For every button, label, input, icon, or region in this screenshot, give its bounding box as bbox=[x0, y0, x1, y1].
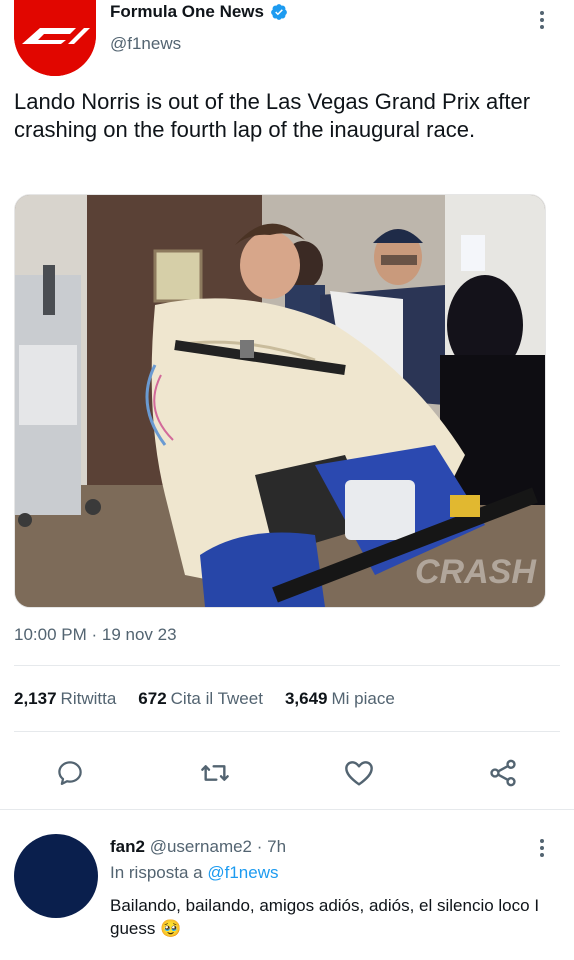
tweet-more-options-icon[interactable] bbox=[532, 8, 552, 32]
author-display-name[interactable]: Formula One News bbox=[110, 2, 264, 22]
reply-handle-time: @username2 · 7h bbox=[149, 837, 287, 856]
like-icon bbox=[345, 761, 373, 786]
like-button[interactable] bbox=[342, 756, 376, 790]
author-handle[interactable]: @f1news bbox=[110, 34, 181, 54]
likes-label: Mi piace bbox=[331, 689, 395, 708]
tweet-timestamp[interactable]: 10:00 PM · 19 nov 23 bbox=[14, 625, 177, 645]
tweet-stats: 2,137 Ritwitta 672 Cita il Tweet 3,649 Mi p… bbox=[14, 689, 395, 709]
in-reply-handle-link[interactable]: @f1news bbox=[207, 863, 278, 882]
author-name-row: Formula One News bbox=[110, 2, 288, 22]
divider-top bbox=[14, 665, 560, 666]
divider-bottom bbox=[14, 731, 560, 732]
retweets-stat[interactable]: 2,137 Ritwitta bbox=[14, 689, 116, 709]
tweet-actions-bar bbox=[0, 748, 574, 796]
tweet-photo[interactable]: CRASH bbox=[14, 194, 546, 608]
in-reply-prefix: In risposta a bbox=[110, 863, 203, 882]
verified-badge-icon bbox=[271, 4, 287, 20]
retweet-icon bbox=[201, 765, 229, 781]
retweet-button[interactable] bbox=[198, 756, 232, 790]
tweet-text: Lando Norris is out of the Las Vegas Gra… bbox=[14, 89, 531, 142]
author-avatar[interactable] bbox=[14, 0, 96, 76]
reply-display-name[interactable]: fan2 bbox=[110, 837, 145, 856]
section-separator bbox=[0, 809, 574, 810]
quotes-count: 672 bbox=[138, 689, 167, 708]
share-button[interactable] bbox=[486, 756, 520, 790]
quotes-label: Cita il Tweet bbox=[170, 689, 263, 708]
likes-stat[interactable]: 3,649 Mi piace bbox=[285, 689, 395, 709]
hospital-stretcher-photo: CRASH bbox=[15, 195, 545, 607]
quotes-stat[interactable]: 672 Cita il Tweet bbox=[138, 689, 263, 709]
reply-author-avatar[interactable] bbox=[14, 834, 98, 918]
retweets-count: 2,137 bbox=[14, 689, 57, 708]
image-overlay-text: CRASH bbox=[415, 553, 537, 591]
reply-more-options-icon[interactable] bbox=[532, 836, 552, 860]
reply-button[interactable] bbox=[53, 756, 87, 790]
reply-icon bbox=[58, 761, 82, 785]
reply-header: fan2 @username2 · 7h bbox=[110, 837, 286, 857]
reply-in-reply-to: In risposta a @f1news bbox=[110, 863, 278, 883]
f1-logo-icon bbox=[14, 0, 96, 76]
share-icon bbox=[490, 759, 516, 787]
reply-text: Bailando, bailando, amigos adiós, adiós,… bbox=[110, 896, 540, 938]
likes-count: 3,649 bbox=[284, 689, 328, 708]
retweets-label: Ritwitta bbox=[60, 689, 117, 708]
